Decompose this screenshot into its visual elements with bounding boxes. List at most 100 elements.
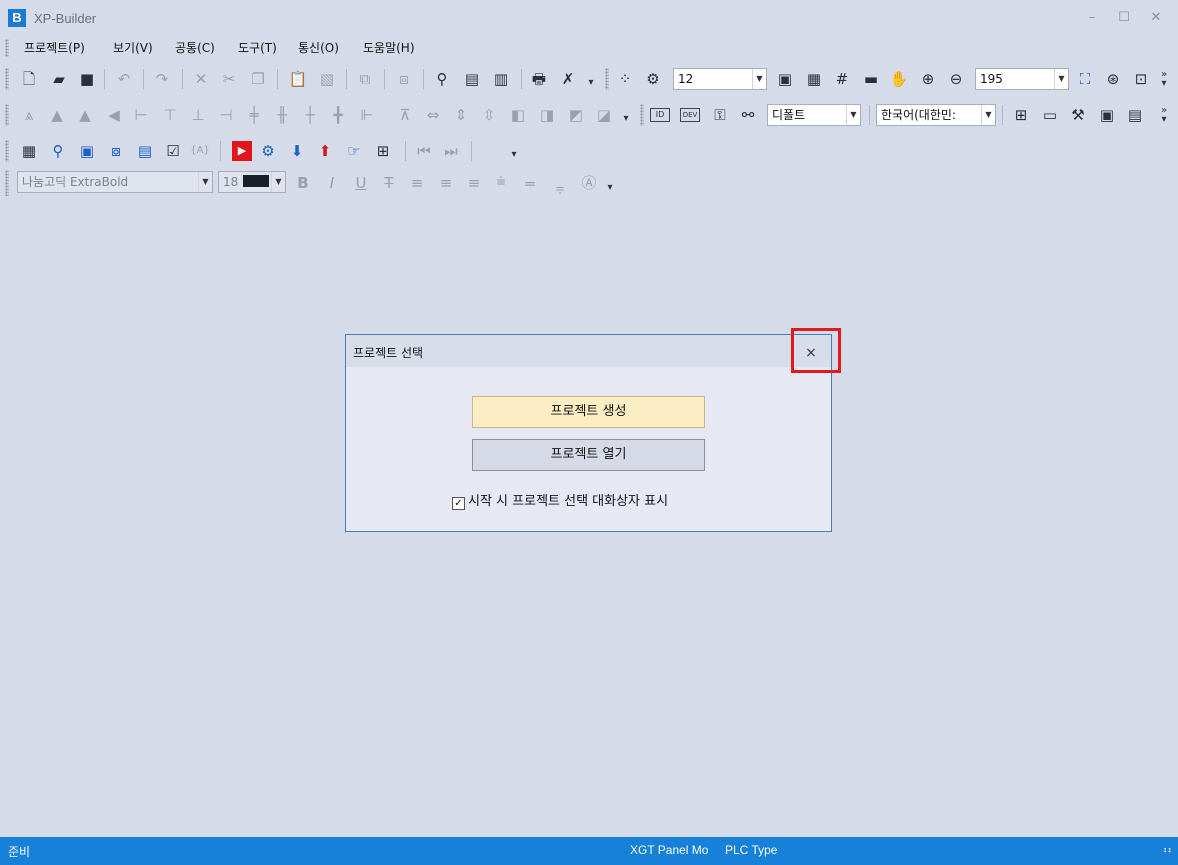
zoom-100-icon[interactable]: ⊛ xyxy=(1103,69,1123,89)
toolbar-grip[interactable] xyxy=(5,104,9,126)
menu-view[interactable]: 보기(V) xyxy=(113,39,153,56)
language-settings-icon[interactable]: ⚯ xyxy=(738,105,758,125)
resize-grip-icon[interactable]: ⠰⠆ xyxy=(1160,845,1175,856)
comm-settings-icon[interactable]: ⚙ xyxy=(258,141,278,161)
font-name-combo[interactable]: 나눔고딕 ExtraBold ▼ xyxy=(17,171,213,193)
align-text-center-icon[interactable]: ≡ xyxy=(436,173,456,193)
zoom-fit-icon[interactable]: ⛶ xyxy=(1075,69,1095,89)
menu-tools[interactable]: 도구(T) xyxy=(238,39,277,56)
rotate-left-icon[interactable]: ◀ xyxy=(104,105,124,125)
object-search-icon[interactable]: ⚲ xyxy=(48,141,68,161)
align-bottom-icon[interactable]: ⊥ xyxy=(188,105,208,125)
object-list-icon[interactable]: ▦ xyxy=(19,141,39,161)
minimize-button[interactable]: – xyxy=(1076,6,1108,30)
align-middle-h-icon[interactable]: ╋ xyxy=(328,105,348,125)
grid-icon[interactable]: ⁘ xyxy=(615,69,635,89)
bring-front-icon[interactable]: ◧ xyxy=(508,105,528,125)
screen-window-icon[interactable]: ▭ xyxy=(1040,105,1060,125)
tools-icon[interactable]: ⚒ xyxy=(1068,105,1088,125)
snap-grid-icon[interactable]: ▦ xyxy=(804,69,824,89)
menu-communication[interactable]: 통신(O) xyxy=(298,39,339,56)
screen-search-icon[interactable]: ⧇ xyxy=(106,141,126,161)
bring-forward-icon[interactable]: ◩ xyxy=(566,105,586,125)
language-combo[interactable]: 한국어(대한민: ▼ xyxy=(876,104,996,126)
menubar-grip[interactable] xyxy=(5,39,9,57)
save-icon[interactable]: ■ xyxy=(77,69,97,89)
zoom-out-icon[interactable]: ⊖ xyxy=(946,69,966,89)
device-monitor-icon[interactable]: ▣ xyxy=(1097,105,1117,125)
distribute-v-icon[interactable]: ⊼ xyxy=(395,105,415,125)
chevron-down-icon[interactable]: ▼ xyxy=(981,105,995,125)
delete-icon[interactable]: ✕ xyxy=(191,69,211,89)
hash-grid-icon[interactable]: # xyxy=(832,69,852,89)
menu-help[interactable]: 도움말(H) xyxy=(363,39,415,56)
zoom-in-icon[interactable]: ⊕ xyxy=(918,69,938,89)
toolbar-overflow-icon[interactable]: ▾ xyxy=(508,150,520,160)
send-backward-icon[interactable]: ◪ xyxy=(594,105,614,125)
align-left-icon[interactable]: ⊢ xyxy=(131,105,151,125)
underline-icon[interactable]: U xyxy=(351,173,371,193)
checkbox-checked-icon[interactable]: ✓ xyxy=(452,497,465,510)
toolbar-more-icon[interactable]: » ▾ xyxy=(1158,106,1170,125)
group-icon[interactable]: ⧉ xyxy=(355,69,375,89)
align-text-right-icon[interactable]: ≡ xyxy=(464,173,484,193)
same-size-icon[interactable]: ⇳ xyxy=(479,105,499,125)
maximize-button[interactable]: ☐ xyxy=(1108,6,1140,30)
toolbar-grip[interactable] xyxy=(605,68,609,90)
upload-icon[interactable]: ⬆ xyxy=(315,141,335,161)
paste-special-icon[interactable]: ▧ xyxy=(317,69,337,89)
settings-tool-icon[interactable]: ✗ xyxy=(558,69,578,89)
chevron-down-icon[interactable]: ▼ xyxy=(846,105,860,125)
screen-view-icon[interactable]: ▣ xyxy=(77,141,97,161)
cut-icon[interactable]: ✂ xyxy=(219,69,239,89)
open-project-button[interactable]: 프로젝트 열기 xyxy=(472,439,705,471)
paste-icon[interactable]: 📋 xyxy=(288,69,308,89)
valign-middle-icon[interactable]: ═ xyxy=(520,174,540,194)
ruler-icon[interactable]: ▬ xyxy=(861,69,881,89)
language-switch-icon[interactable]: ⚿ xyxy=(710,105,730,125)
toolbar-grip[interactable] xyxy=(5,170,9,196)
flip-horizontal-icon[interactable]: ⩓ xyxy=(19,105,39,125)
undo-icon[interactable]: ↶ xyxy=(114,69,134,89)
style-combo[interactable]: 디폴트 ▼ xyxy=(767,104,861,126)
menu-common[interactable]: 공통(C) xyxy=(175,39,215,56)
last-screen-icon[interactable]: ⏭ xyxy=(441,141,461,161)
project-tree-icon[interactable]: ⊞ xyxy=(1011,105,1031,125)
italic-icon[interactable]: I xyxy=(322,173,342,193)
zoom-window-icon[interactable]: ⊡ xyxy=(1131,69,1151,89)
screen-properties-icon[interactable]: ▤ xyxy=(462,69,482,89)
align-text-left-icon[interactable]: ≡ xyxy=(407,173,427,193)
screen-list-icon[interactable]: ▥ xyxy=(491,69,511,89)
pan-hand-icon[interactable]: ✋ xyxy=(889,69,909,89)
find-object-icon[interactable]: ⚲ xyxy=(432,69,452,89)
tag-id-icon[interactable]: ID xyxy=(650,108,670,122)
bold-icon[interactable]: B xyxy=(293,173,313,193)
align-middle-icon[interactable]: ┼ xyxy=(300,105,320,125)
zoom-combo[interactable]: 195 ▼ xyxy=(975,68,1069,90)
menu-project[interactable]: 프로젝트(P) xyxy=(24,39,85,56)
checklist-icon[interactable]: ☑ xyxy=(163,141,183,161)
rotate-icon[interactable]: ▲ xyxy=(75,105,95,125)
align-right-icon[interactable]: ⊣ xyxy=(216,105,236,125)
tag-dev-icon[interactable]: DEV xyxy=(680,108,700,122)
toolbar-overflow-icon[interactable]: ▾ xyxy=(620,114,632,124)
first-screen-icon[interactable]: ⏮ xyxy=(414,141,434,161)
grid-settings-icon[interactable]: ⚙ xyxy=(643,69,663,89)
copy-icon[interactable]: ❐ xyxy=(248,69,268,89)
document-icon[interactable]: ▤ xyxy=(135,141,155,161)
chevron-down-icon[interactable]: ▼ xyxy=(1054,69,1068,89)
toolbar-more-icon[interactable]: » ▾ xyxy=(1158,70,1170,89)
align-top-icon[interactable]: ⊤ xyxy=(160,105,180,125)
same-height-icon[interactable]: ⇕ xyxy=(451,105,471,125)
property-window-icon[interactable]: ▤ xyxy=(1125,105,1145,125)
same-width-icon[interactable]: ⇔ xyxy=(423,105,443,125)
font-size-combo[interactable]: 18 ▼ xyxy=(218,171,286,193)
toolbar-overflow-icon[interactable]: ▾ xyxy=(604,183,616,193)
distribute-h-icon[interactable]: ⊩ xyxy=(357,105,377,125)
monitor-icon[interactable]: ☞ xyxy=(344,141,364,161)
align-center-v-icon[interactable]: ╪ xyxy=(244,105,264,125)
open-folder-icon[interactable]: ▰ xyxy=(49,69,69,89)
text-object-icon[interactable]: {A} xyxy=(190,141,210,161)
chevron-down-icon[interactable]: ▼ xyxy=(271,172,285,192)
toolbar-overflow-icon[interactable]: ▾ xyxy=(585,78,597,88)
